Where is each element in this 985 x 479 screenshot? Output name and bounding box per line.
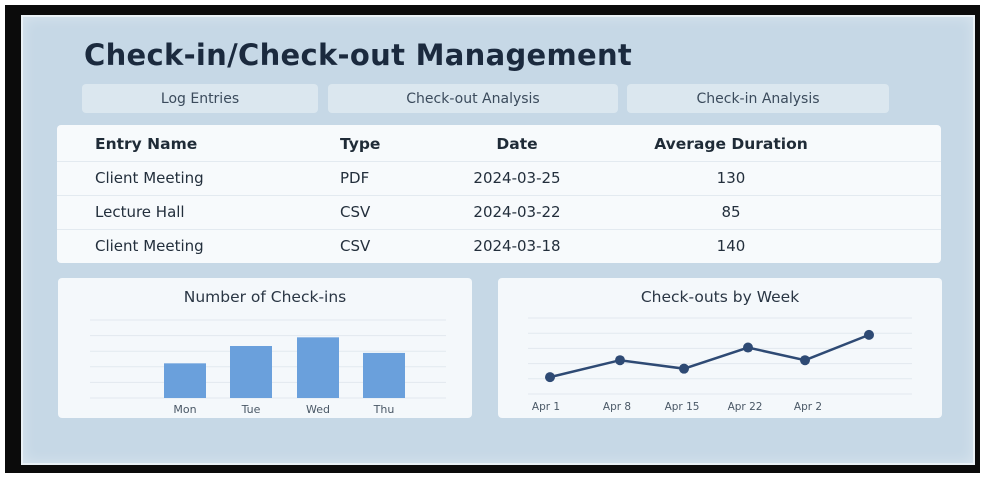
- page-title: Check-in/Check-out Management: [84, 38, 633, 72]
- x-tick-label: Wed: [306, 403, 330, 416]
- bar-tue: [230, 346, 272, 398]
- checkins-bar-chart-card: Number of Check-ins Mon Tue Wed Thu: [58, 278, 472, 418]
- header-date[interactable]: Date: [457, 135, 577, 153]
- header-average-duration[interactable]: Average Duration: [641, 135, 821, 153]
- bar-thu: [363, 352, 405, 398]
- data-point: [679, 363, 689, 374]
- row-divider: [57, 229, 941, 230]
- data-point: [864, 329, 874, 340]
- cell-type: CSV: [340, 237, 371, 255]
- checkins-bar-chart: Mon Tue Wed Thu: [90, 319, 446, 416]
- tab-log-entries[interactable]: Log Entries: [82, 84, 318, 113]
- cell-date: 2024-03-18: [473, 237, 561, 255]
- log-entries-table: Entry Name Type Date Average Duration Cl…: [57, 125, 941, 263]
- x-tick-label: Apr 15: [665, 401, 700, 413]
- row-divider: [57, 195, 941, 196]
- table-row[interactable]: Client Meeting CSV 2024-03-18 140: [57, 229, 941, 263]
- bar-wed: [297, 337, 339, 398]
- x-tick-label: Apr 1: [532, 401, 560, 413]
- cell-type: PDF: [340, 169, 370, 187]
- cell-entry-name: Lecture Hall: [95, 203, 185, 221]
- table-row[interactable]: Lecture Hall CSV 2024-03-22 85: [57, 195, 941, 229]
- table-row[interactable]: Client Meeting PDF 2024-03-25 130: [57, 161, 941, 195]
- cell-entry-name: Client Meeting: [95, 169, 204, 187]
- cell-date: 2024-03-25: [473, 169, 561, 187]
- data-point: [800, 355, 810, 366]
- cell-type: CSV: [340, 203, 371, 221]
- header-type[interactable]: Type: [340, 135, 380, 153]
- data-point: [615, 355, 625, 366]
- data-point: [743, 342, 753, 353]
- cell-average-duration: 140: [716, 237, 746, 255]
- x-tick-label: Mon: [173, 403, 196, 416]
- x-tick-label: Tue: [241, 403, 261, 416]
- cell-average-duration: 130: [716, 169, 746, 187]
- table-header-row: Entry Name Type Date Average Duration: [57, 127, 941, 161]
- tab-check-out-analysis[interactable]: Check-out Analysis: [328, 84, 618, 113]
- cell-date: 2024-03-22: [473, 203, 561, 221]
- data-point: [545, 372, 555, 383]
- tab-check-in-analysis[interactable]: Check-in Analysis: [627, 84, 889, 113]
- header-entry-name[interactable]: Entry Name: [95, 135, 197, 153]
- series-line: [549, 333, 870, 379]
- checkouts-line-chart: Apr 1 Apr 8 Apr 15 Apr 22 Apr 2: [528, 317, 912, 413]
- cell-average-duration: 85: [721, 203, 741, 221]
- x-tick-label: Apr 2: [794, 401, 822, 413]
- x-tick-label: Thu: [373, 403, 395, 416]
- x-tick-label: Apr 22: [728, 401, 763, 413]
- x-tick-label: Apr 8: [603, 401, 631, 413]
- row-divider: [57, 161, 941, 162]
- bar-mon: [164, 363, 206, 398]
- checkouts-line-chart-card: Check-outs by Week Apr 1 Apr 8 Apr 15 Apr 2…: [498, 278, 942, 418]
- cell-entry-name: Client Meeting: [95, 237, 204, 255]
